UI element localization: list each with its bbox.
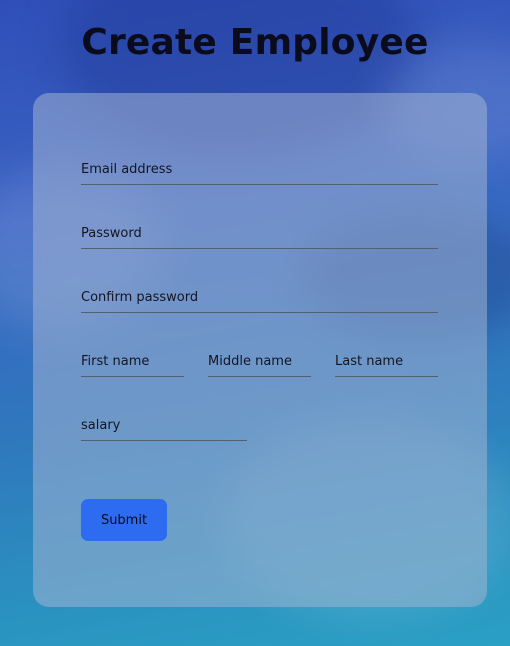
- first-name-field-container: [81, 347, 184, 377]
- email-field[interactable]: [81, 155, 438, 183]
- last-name-field[interactable]: [335, 347, 438, 375]
- confirm-password-field[interactable]: [81, 283, 438, 311]
- confirm-password-field-container: [81, 283, 438, 313]
- password-field-container: [81, 219, 438, 249]
- first-name-field[interactable]: [81, 347, 184, 375]
- salary-field[interactable]: [81, 411, 247, 439]
- middle-name-field-container: [208, 347, 311, 377]
- password-field[interactable]: [81, 219, 438, 247]
- submit-button[interactable]: Submit: [81, 499, 167, 541]
- middle-name-field[interactable]: [208, 347, 311, 375]
- page-title: Create Employee: [81, 22, 429, 63]
- create-employee-form: Submit: [33, 93, 487, 607]
- email-field-container: [81, 155, 438, 185]
- salary-field-container: [81, 411, 247, 441]
- last-name-field-container: [335, 347, 438, 377]
